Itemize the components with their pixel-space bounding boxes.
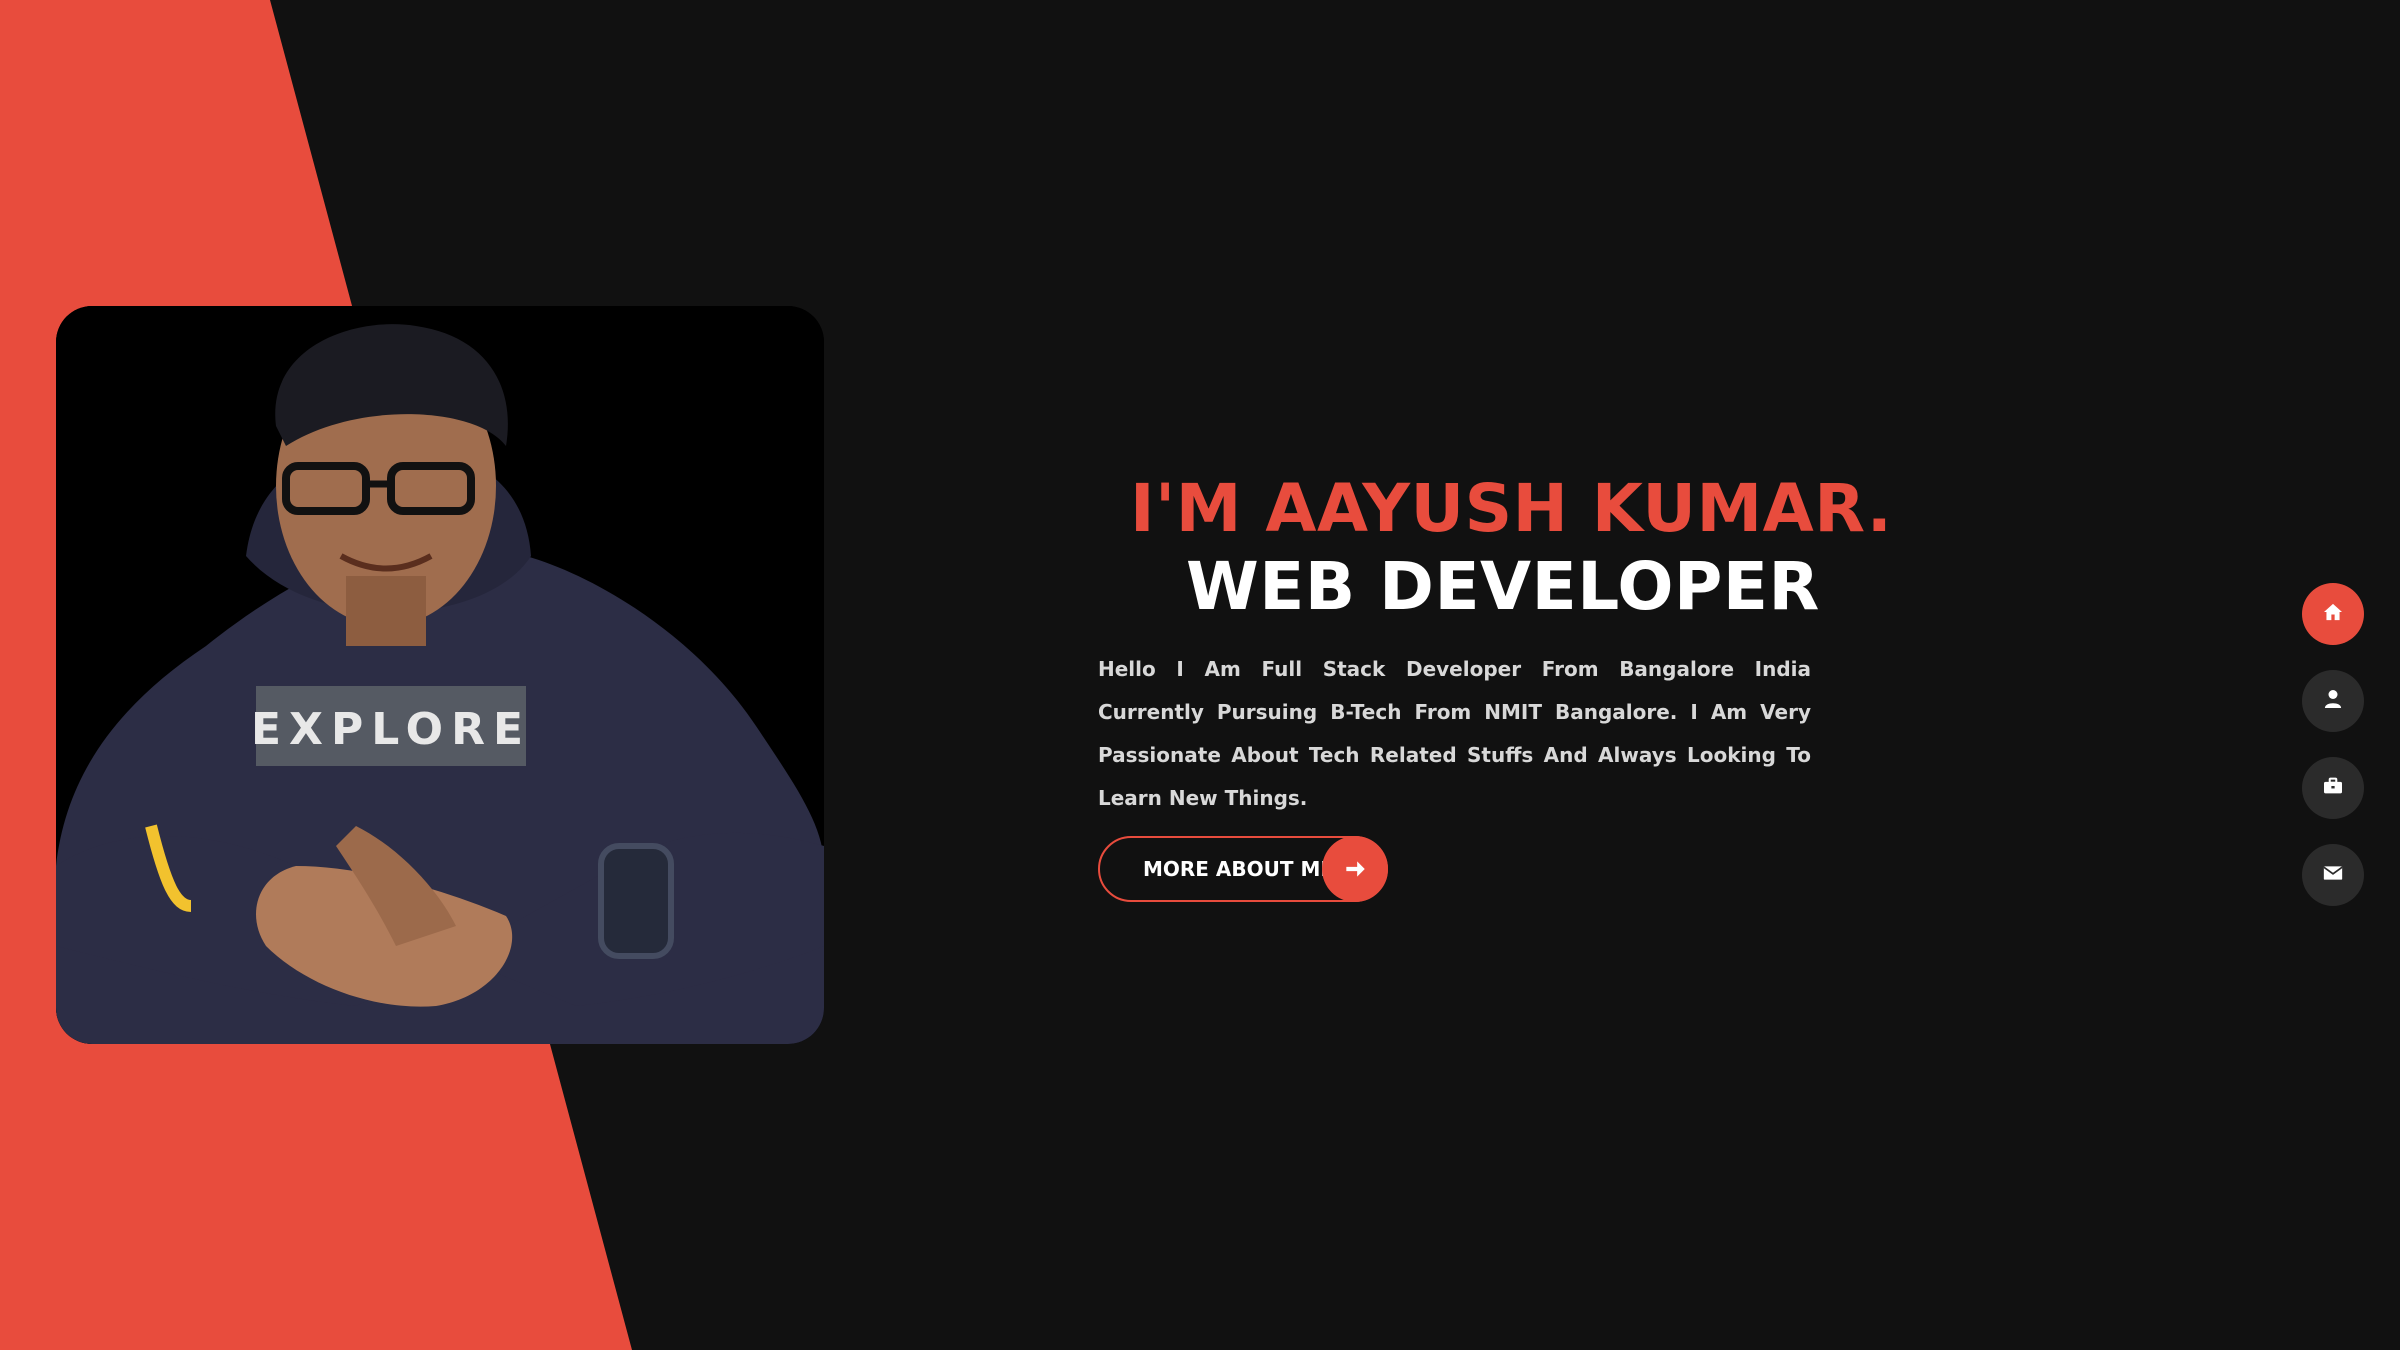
arrow-right-icon[interactable]	[1322, 836, 1388, 902]
nav-about-button[interactable]	[2302, 670, 2364, 732]
hero-name: I'M AAYUSH KUMAR.	[1130, 470, 1893, 547]
hero-role: WEB DEVELOPER	[1186, 548, 1820, 625]
nav-contact-button[interactable]	[2302, 844, 2364, 906]
side-navigation	[2302, 583, 2364, 931]
hero-name-row: I'M AAYUSH KUMAR.	[1098, 470, 1892, 548]
home-icon	[2323, 603, 2343, 625]
hero-section: I'M AAYUSH KUMAR. WEB DEVELOPER Hello I …	[1098, 470, 1892, 902]
shirt-print-text: EXPLORE	[251, 704, 531, 755]
profile-photo: EXPLORE	[56, 306, 824, 1044]
briefcase-icon	[2323, 777, 2343, 799]
more-about-me-button[interactable]: MORE ABOUT ME	[1098, 836, 1388, 902]
hero-description: Hello I Am Full Stack Developer From Ban…	[1098, 657, 1811, 810]
nav-home-button[interactable]	[2302, 583, 2364, 645]
user-icon	[2324, 689, 2342, 713]
more-about-me-label: MORE ABOUT ME	[1143, 857, 1335, 881]
nav-portfolio-button[interactable]	[2302, 757, 2364, 819]
envelope-icon	[2323, 865, 2343, 885]
